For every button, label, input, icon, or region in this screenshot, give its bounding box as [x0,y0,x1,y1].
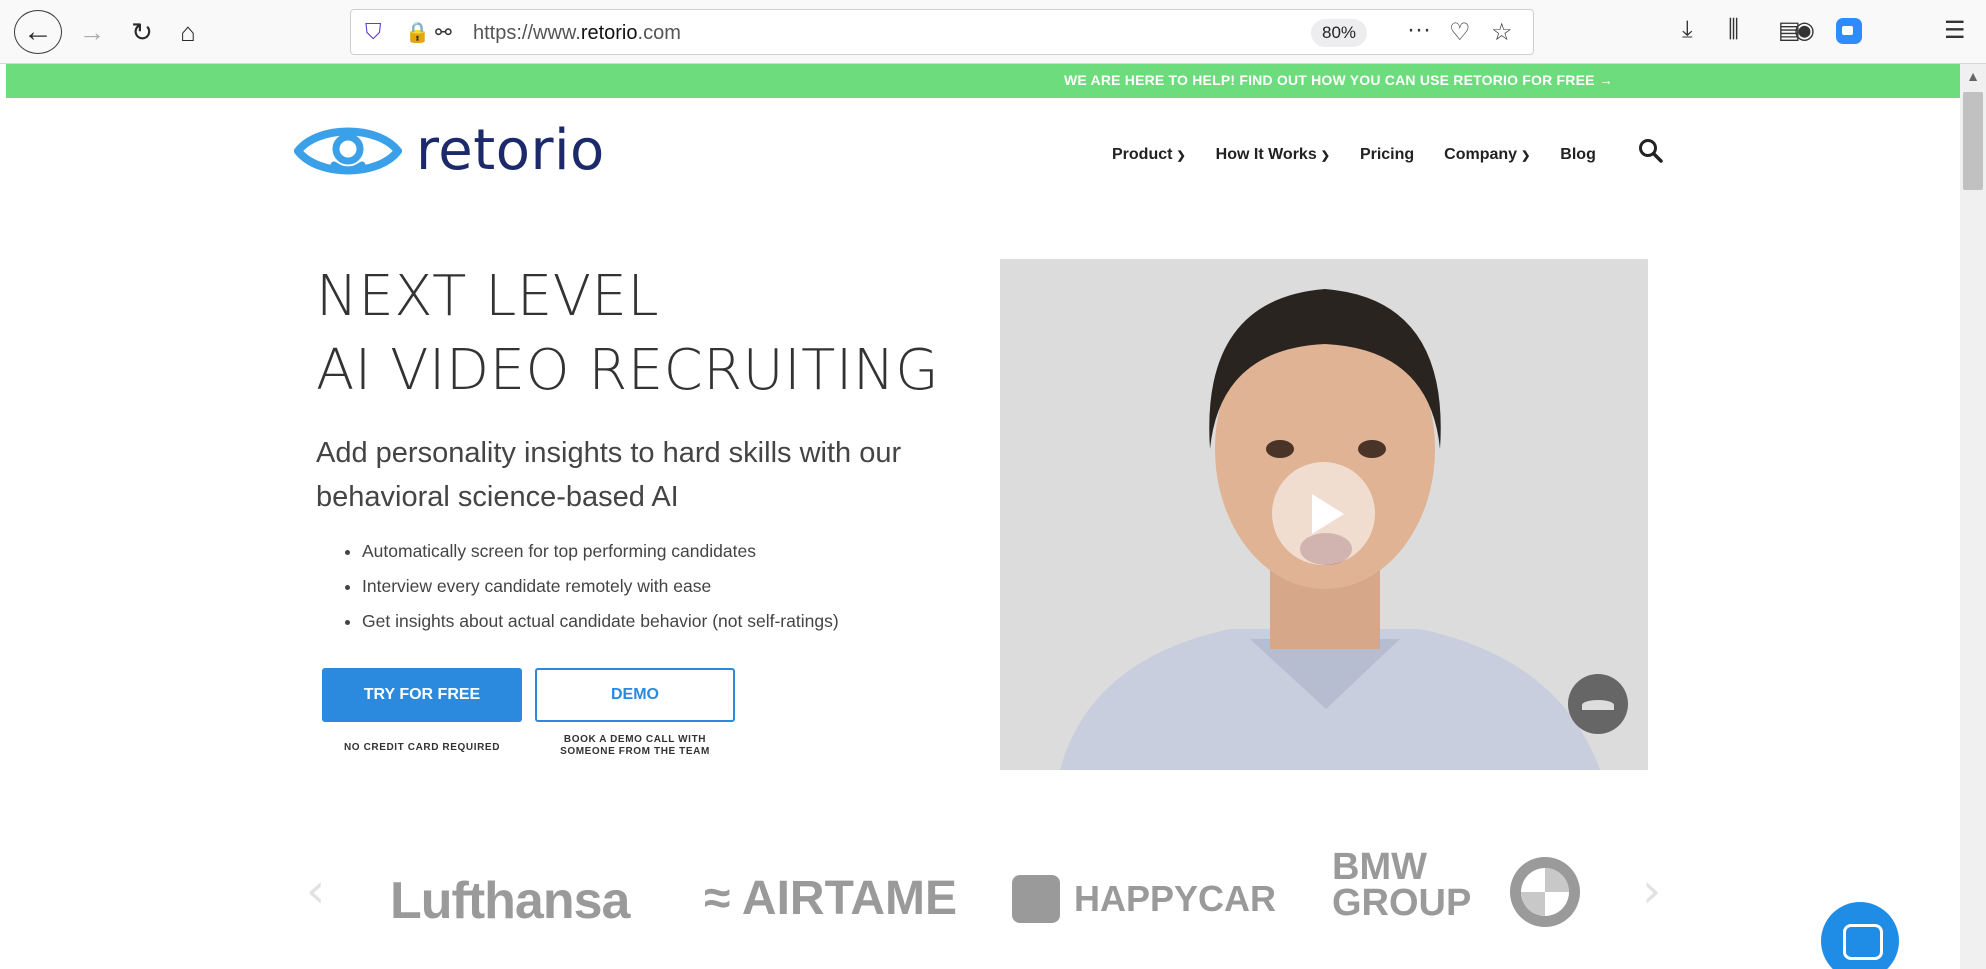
library-icon[interactable]: ⫼ [1728,16,1739,44]
logo-wordmark: retorio [416,118,605,183]
nav-product-label: Product [1112,146,1173,163]
chevron-down-icon: ❯ [1320,149,1330,162]
happycar-logo-text: HAPPYCAR [1074,878,1277,919]
shield-icon[interactable]: ⛉ [365,19,382,45]
hero-video[interactable] [1000,259,1648,770]
nav-company[interactable]: Company ❯ [1444,146,1530,164]
lufthansa-logo: Lufthansa [390,872,630,930]
nav-pricing-label: Pricing [1359,146,1415,163]
hero-subtitle: Add personality insights to hard skills … [316,437,902,513]
user-account-icon[interactable]: ◉ [1794,16,1815,45]
page-actions-icon[interactable]: ··· [1407,16,1431,44]
scroll-up-icon[interactable]: ▲ [1960,68,1986,84]
chevron-down-icon: ❯ [1521,149,1531,162]
demo-button[interactable]: DEMO [535,668,735,722]
promo-banner[interactable]: WE ARE HERE TO HELP! FIND OUT HOW YOU CA… [6,64,1960,98]
nav-how-it-works[interactable]: How It Works ❯ [1216,146,1330,164]
bmw-group-logo: BMW GROUP [1332,848,1472,924]
back-button[interactable]: ← [14,10,62,54]
airtame-logo: ≈ AIRTAME [704,871,957,926]
hero-title-line1: NEXT LEVEL [316,264,660,329]
play-icon[interactable] [1272,462,1375,565]
hero-title-line2: AI VIDEO RECRUITING [316,338,940,403]
list-item: Interview every candidate remotely with … [362,569,839,604]
browser-toolbar: ← → ↻ ⌂ ⛉ 🔒 ⚯ https://www.retorio.com 80… [0,0,1986,64]
permissions-icon[interactable]: ⚯ [435,20,452,45]
arrow-right-icon: → [79,16,105,47]
zoom-level[interactable]: 80% [1311,19,1367,47]
client-logos-carousel: ‹ Lufthansa ≈ AIRTAME HAPPYCAR BMW GROUP … [306,848,1666,959]
nav-blog-label: Blog [1560,146,1596,163]
main-nav: Product ❯ How It Works ❯ Pricing Company ❯ … [1112,146,1626,164]
bookmark-star-icon[interactable]: ☆ [1491,18,1513,47]
carousel-next-icon[interactable]: › [1642,863,1661,919]
arrow-left-icon: ← [23,15,53,48]
nav-product[interactable]: Product ❯ [1112,146,1186,164]
airtame-logo-text: AIRTAME [741,872,957,925]
forward-button[interactable]: → [74,12,110,52]
home-icon: ⌂ [180,16,196,47]
bmw-roundel-icon [1510,857,1580,927]
reload-icon: ↻ [131,16,153,47]
try-note: NO CREDIT CARD REQUIRED [343,742,501,753]
happycar-logo: HAPPYCAR [1012,875,1276,923]
reload-button[interactable]: ↻ [124,12,160,52]
zoom-extension-icon[interactable] [1836,18,1862,44]
lock-icon[interactable]: 🔒 [405,20,430,45]
list-item: Automatically screen for top performing … [362,534,839,569]
url-text[interactable]: https://www.retorio.com [473,22,681,45]
scrollbar-thumb[interactable] [1963,92,1983,190]
chat-widget-button[interactable] [1821,902,1899,969]
bmw-logo-line2: GROUP [1332,882,1472,924]
feature-list: Automatically screen for top performing … [344,534,839,639]
page-scrollbar[interactable]: ▲ [1960,64,1986,969]
wave-icon: ≈ [704,872,731,925]
nav-company-label: Company [1444,146,1518,163]
sound-toggle-icon[interactable] [1568,674,1628,734]
menu-icon[interactable]: ☰ [1944,16,1966,45]
home-button[interactable]: ⌂ [170,12,206,52]
eye-logo-icon [294,127,402,174]
nav-how-it-works-label: How It Works [1215,146,1317,163]
pocket-icon[interactable]: ♡ [1449,18,1471,47]
happycar-icon [1012,875,1060,923]
list-item: Get insights about actual candidate beha… [362,604,839,639]
page-viewport: WE ARE HERE TO HELP! FIND OUT HOW YOU CA… [6,64,1960,969]
site-logo[interactable]: retorio [294,118,605,183]
promo-banner-text[interactable]: WE ARE HERE TO HELP! FIND OUT HOW YOU CA… [1064,72,1613,88]
url-bar[interactable]: ⛉ 🔒 ⚯ https://www.retorio.com 80% ··· ♡ … [350,9,1534,55]
search-icon[interactable] [1638,138,1664,164]
carousel-prev-icon[interactable]: ‹ [306,863,325,919]
nav-pricing[interactable]: Pricing [1360,146,1414,164]
downloads-icon[interactable]: ⤓ [1682,16,1693,44]
nav-blog[interactable]: Blog [1560,146,1596,164]
try-for-free-button[interactable]: TRY FOR FREE [322,668,522,722]
chevron-down-icon: ❯ [1176,149,1186,162]
demo-note: BOOK A DEMO CALL WITH SOMEONE FROM THE T… [560,734,710,757]
